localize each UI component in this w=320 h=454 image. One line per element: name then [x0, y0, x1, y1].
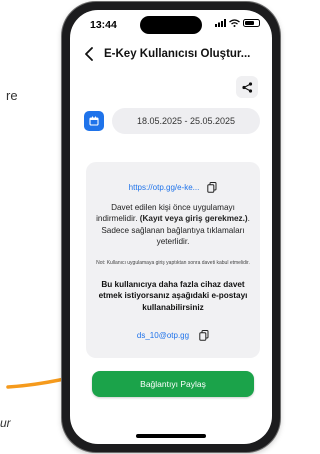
- status-bar: 13:44: [70, 10, 272, 40]
- share-icon: [241, 81, 252, 93]
- invite-note: Not: Kullanıcı uygulamaya giriş yaptıkta…: [96, 260, 250, 266]
- status-icons: [215, 19, 260, 27]
- instructions-bold: (Kayıt veya giriş gerekmez.): [139, 214, 248, 224]
- status-time: 13:44: [90, 19, 117, 31]
- copy-link-icon[interactable]: [207, 182, 217, 193]
- invite-info-card: https://otp.gg/e-ke... Davet edilen kişi…: [86, 162, 260, 358]
- calendar-icon: [89, 116, 99, 126]
- invite-link-row: https://otp.gg/e-ke...: [86, 182, 260, 193]
- page-edge-text-bottom: ur: [0, 416, 11, 430]
- back-chevron-icon: [85, 47, 93, 61]
- share-button[interactable]: [236, 76, 258, 98]
- share-link-button[interactable]: Bağlantıyı Paylaş: [92, 371, 254, 397]
- page-edge-text-top: re: [6, 88, 18, 103]
- invite-link[interactable]: https://otp.gg/e-ke...: [129, 183, 200, 192]
- invite-instructions: Davet edilen kişi önce uygulamayı indirm…: [96, 202, 250, 247]
- back-button[interactable]: [80, 44, 98, 64]
- phone-frame: 13:44 E-Key Kullanıcısı Oluştur... 18.05…: [62, 2, 280, 452]
- copy-email-icon[interactable]: [199, 330, 209, 341]
- dynamic-island: [140, 16, 202, 34]
- page-title: E-Key Kullanıcısı Oluştur...: [104, 48, 251, 60]
- nav-bar: E-Key Kullanıcısı Oluştur...: [70, 40, 272, 70]
- battery-icon: [243, 19, 260, 27]
- phone-screen: 13:44 E-Key Kullanıcısı Oluştur... 18.05…: [70, 10, 272, 444]
- wifi-icon: [229, 19, 240, 27]
- calendar-button[interactable]: [84, 111, 104, 131]
- date-range-row: 18.05.2025 - 25.05.2025: [84, 108, 260, 134]
- invite-email[interactable]: ds_10@otp.gg: [137, 331, 189, 340]
- home-indicator: [136, 434, 206, 438]
- email-row: ds_10@otp.gg: [86, 330, 260, 341]
- more-devices-text: Bu kullanıcıya daha fazla cihaz davet et…: [98, 280, 248, 312]
- date-range-field[interactable]: 18.05.2025 - 25.05.2025: [112, 108, 260, 134]
- signal-icon: [215, 19, 226, 27]
